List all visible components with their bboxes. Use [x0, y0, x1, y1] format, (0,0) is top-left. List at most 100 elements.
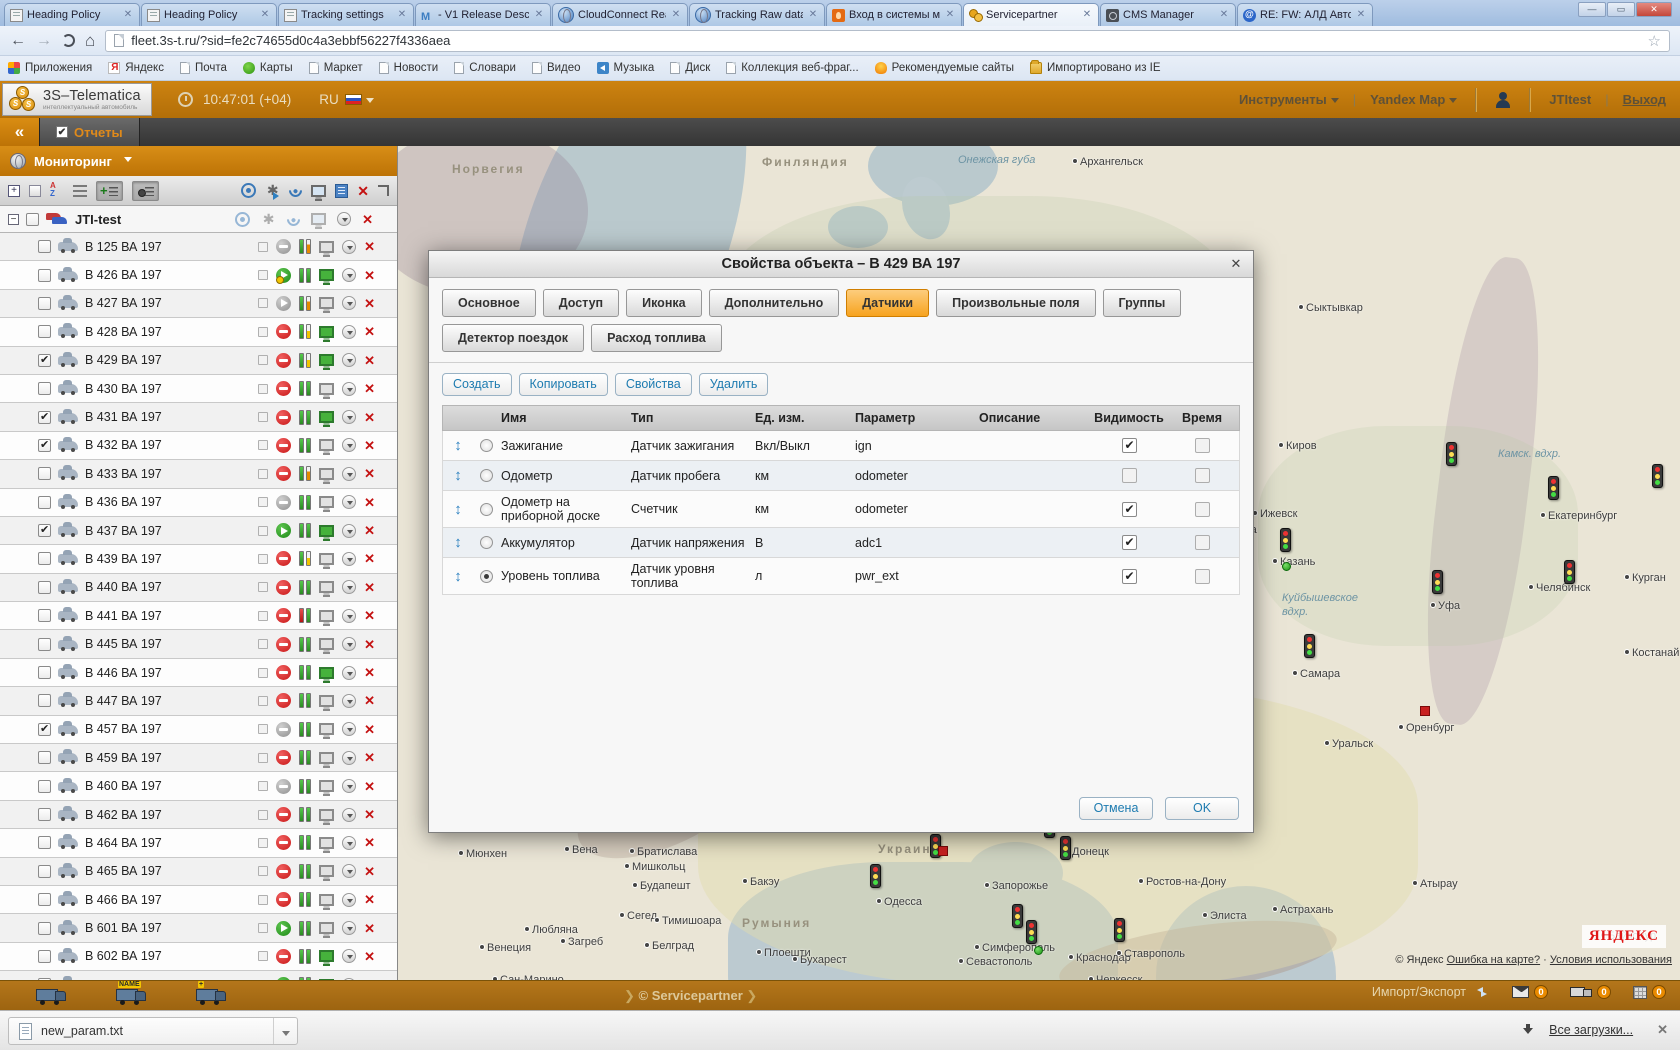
vehicle-row[interactable]: В 437 ВА 197 — [0, 517, 397, 545]
mini-checkbox[interactable] — [258, 384, 268, 394]
sensor-action-button[interactable]: Копировать — [519, 373, 608, 396]
bookmark-item[interactable]: Импортировано из IE — [1030, 62, 1161, 74]
dialog-tab[interactable]: Датчики — [846, 289, 929, 317]
user-icon[interactable] — [1495, 92, 1511, 108]
mini-checkbox[interactable] — [258, 412, 268, 422]
visibility-checkbox[interactable] — [1122, 502, 1137, 517]
tab-close-icon[interactable] — [396, 9, 408, 21]
mini-checkbox[interactable] — [258, 781, 268, 791]
delete-icon[interactable] — [364, 893, 375, 906]
row-dropdown[interactable] — [342, 325, 356, 339]
sensor-action-button[interactable]: Создать — [442, 373, 512, 396]
reorder-icon[interactable] — [443, 501, 473, 518]
row-dropdown[interactable] — [342, 694, 356, 708]
vehicle-checkbox[interactable] — [38, 609, 51, 622]
grid-status[interactable]: 0 — [1633, 985, 1666, 999]
row-dropdown[interactable] — [342, 524, 356, 538]
delete-icon[interactable] — [364, 694, 375, 707]
mini-checkbox[interactable] — [258, 866, 268, 876]
vehicle-row[interactable]: В 602 ВА 197 — [0, 943, 397, 971]
dialog-tab[interactable]: Доступ — [543, 289, 619, 317]
browser-tab[interactable]: Servicepartner — [963, 3, 1099, 26]
webcam-icon[interactable] — [241, 183, 256, 198]
vehicle-row[interactable]: В 465 ВА 197 — [0, 858, 397, 886]
time-checkbox[interactable] — [1195, 468, 1210, 483]
home-icon[interactable]: ⌂ — [85, 32, 95, 49]
download-item-dropdown[interactable] — [273, 1018, 297, 1044]
tab-close-icon[interactable] — [1355, 9, 1367, 21]
vehicle-marker-traffic-light[interactable] — [1280, 528, 1291, 552]
vehicle-checkbox[interactable] — [38, 893, 51, 906]
download-shelf-close-icon[interactable] — [1657, 1022, 1668, 1038]
tab-close-icon[interactable] — [259, 9, 271, 21]
bookmark-item[interactable]: Маркет — [309, 62, 363, 74]
vehicle-marker-square[interactable] — [938, 846, 948, 856]
browser-tab[interactable]: CloudConnect Reade — [552, 3, 688, 26]
sensor-radio[interactable] — [480, 439, 493, 452]
row-dropdown[interactable] — [342, 779, 356, 793]
show-all-downloads-link[interactable]: Все загрузки... — [1549, 1023, 1633, 1037]
bookmark-item[interactable]: Диск — [670, 62, 710, 74]
tab-close-icon[interactable] — [122, 9, 134, 21]
reorder-icon[interactable] — [443, 467, 473, 484]
delete-icon[interactable] — [364, 382, 375, 395]
sensor-action-button[interactable]: Свойства — [615, 373, 692, 396]
vehicle-row[interactable]: В 427 ВА 197 — [0, 290, 397, 318]
tab-close-icon[interactable] — [533, 9, 545, 21]
dialog-tab[interactable]: Группы — [1103, 289, 1182, 317]
bookmark-item[interactable]: Яндекс — [108, 62, 164, 74]
bookmark-item[interactable]: Коллекция веб-фраг... — [726, 62, 858, 74]
tab-close-icon[interactable] — [670, 9, 682, 21]
tools-menu[interactable]: Инструменты — [1239, 92, 1339, 107]
delete-icon[interactable] — [364, 240, 375, 253]
select-all-checkbox[interactable] — [29, 185, 41, 197]
vehicle-row[interactable]: В 436 ВА 197 — [0, 489, 397, 517]
delete-icon[interactable] — [364, 723, 375, 736]
row-dropdown[interactable] — [342, 467, 356, 481]
sensor-radio[interactable] — [480, 503, 493, 516]
row-dropdown[interactable] — [342, 296, 356, 310]
row-dropdown[interactable] — [342, 921, 356, 935]
reorder-icon[interactable] — [443, 534, 473, 551]
vehicle-marker-square[interactable] — [1420, 706, 1430, 716]
vehicle-checkbox[interactable] — [38, 297, 51, 310]
dialog-tab[interactable]: Детектор поездок — [442, 324, 584, 352]
row-dropdown[interactable] — [342, 609, 356, 623]
mini-checkbox[interactable] — [258, 696, 268, 706]
address-bar[interactable]: fleet.3s-t.ru/?sid=fe2c74655d0c4a3ebbf56… — [105, 30, 1670, 52]
bookmark-item[interactable]: Карты — [243, 62, 293, 74]
vehicle-row[interactable]: В 447 ВА 197 — [0, 687, 397, 715]
delete-icon[interactable] — [364, 978, 375, 980]
time-checkbox[interactable] — [1195, 438, 1210, 453]
delete-icon[interactable] — [364, 467, 375, 480]
vehicle-marker-traffic-light[interactable] — [1304, 634, 1315, 658]
vehicle-group-row[interactable]: JTI-test — [0, 206, 397, 233]
vehicle-checkbox[interactable] — [38, 780, 51, 793]
vehicle-marker-traffic-light[interactable] — [1026, 920, 1037, 944]
collapse-sidebar-button[interactable]: « — [0, 118, 40, 146]
vehicle-checkbox[interactable] — [38, 723, 51, 736]
row-dropdown[interactable] — [342, 666, 356, 680]
vehicle-marker-traffic-light[interactable] — [1548, 476, 1559, 500]
delete-icon[interactable] — [364, 808, 375, 821]
mini-checkbox[interactable] — [258, 951, 268, 961]
vehicle-checkbox[interactable] — [38, 325, 51, 338]
vehicle-row[interactable]: В 432 ВА 197 — [0, 432, 397, 460]
vehicle-row[interactable]: В 441 ВА 197 — [0, 602, 397, 630]
reorder-icon[interactable] — [443, 437, 473, 454]
mini-checkbox[interactable] — [258, 838, 268, 848]
browser-tab[interactable]: Tracking settings — [278, 3, 414, 26]
visibility-checkbox[interactable] — [1122, 468, 1137, 483]
list-view-icon[interactable] — [73, 185, 87, 197]
monitor-icon[interactable] — [311, 185, 326, 197]
browser-tab[interactable]: CMS Manager — [1100, 3, 1236, 26]
truck-icon[interactable]: + — [196, 985, 228, 1005]
delete-icon[interactable] — [364, 950, 375, 963]
vehicle-checkbox[interactable] — [38, 978, 51, 980]
gear-arrow-icon[interactable] — [265, 183, 280, 198]
delete-icon[interactable] — [364, 552, 375, 565]
row-dropdown[interactable] — [342, 864, 356, 878]
vehicle-row[interactable]: В 428 ВА 197 — [0, 318, 397, 346]
vehicle-row[interactable]: В 603 ВА 197 — [0, 971, 397, 980]
row-dropdown[interactable] — [342, 893, 356, 907]
